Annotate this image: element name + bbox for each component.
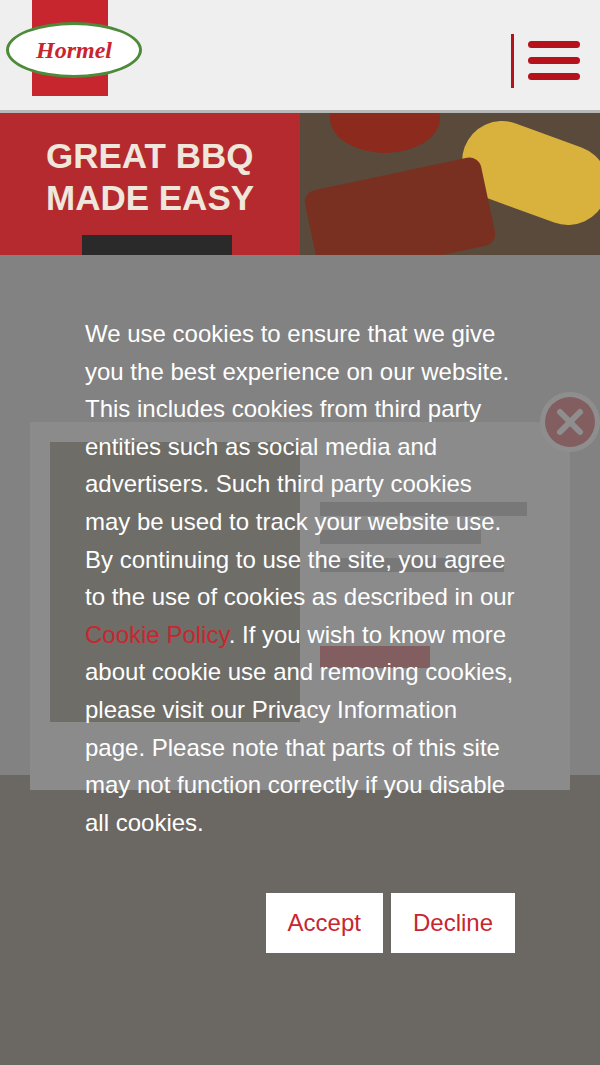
- cookie-button[interactable]: Accept: [266, 893, 383, 953]
- product-pack: [82, 235, 232, 255]
- menu-button[interactable]: [511, 34, 580, 88]
- cookie-buttons: AcceptDecline: [85, 893, 515, 953]
- header: Hormel: [0, 0, 600, 113]
- hamburger-icon: [528, 37, 580, 85]
- banner-text-panel: GREAT BBQMADE EASY: [0, 113, 300, 255]
- menu-divider: [511, 34, 514, 88]
- logo[interactable]: Hormel: [6, 0, 138, 100]
- page: Hormel GREAT BBQMADE EASY We use cookies t…: [0, 0, 600, 1065]
- cookie-text: We use cookies to ensure that we give yo…: [85, 315, 515, 841]
- sauce-bowl: [330, 113, 440, 153]
- banner[interactable]: GREAT BBQMADE EASY: [0, 113, 600, 255]
- cookie-policy-link[interactable]: Cookie Policy: [85, 621, 229, 648]
- ribs: [303, 155, 498, 255]
- cookie-button[interactable]: Decline: [391, 893, 515, 953]
- cookie-overlay: We use cookies to ensure that we give yo…: [0, 255, 600, 1065]
- banner-title: GREAT BBQMADE EASY: [46, 135, 300, 219]
- logo-oval: Hormel: [6, 22, 142, 78]
- banner-photo: [300, 113, 600, 255]
